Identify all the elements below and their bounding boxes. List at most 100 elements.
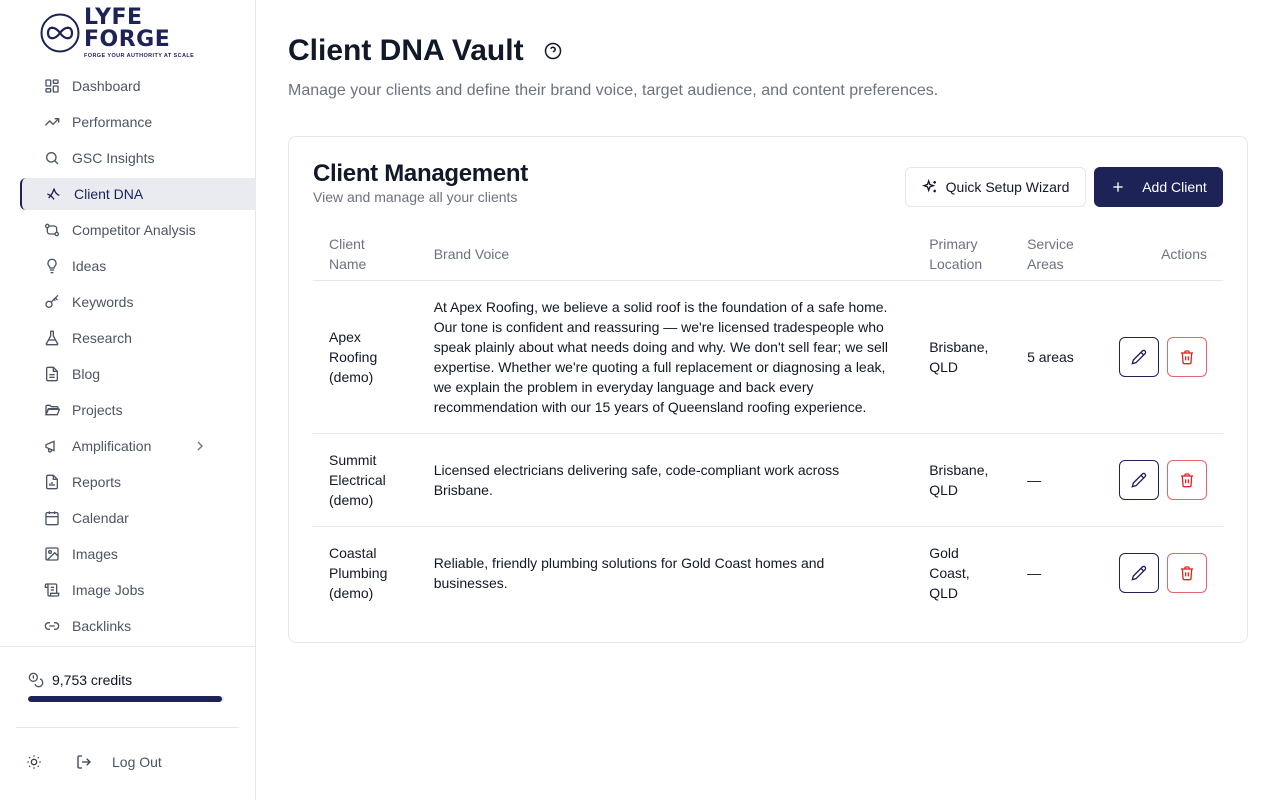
trash-icon	[1181, 349, 1193, 364]
sidebar-item-client-dna[interactable]: Client DNA	[20, 178, 256, 210]
edit-client-button[interactable]	[1119, 336, 1159, 377]
sidebar-item-label: Competitor Analysis	[72, 222, 196, 238]
table-row[interactable]: Coastal Plumbing (demo) Reliable, friend…	[313, 526, 1223, 619]
card-subtitle: View and manage all your clients	[313, 189, 518, 205]
lightbulb-icon	[44, 258, 60, 274]
client-name-cell: Summit Electrical (demo)	[313, 433, 418, 527]
service-areas-cell: —	[1027, 564, 1042, 581]
file-text-icon	[44, 366, 60, 382]
column-header-client-name[interactable]: Client Name	[313, 229, 418, 281]
page-title: Client DNA Vault	[288, 34, 562, 68]
sparkles-icon	[921, 179, 936, 193]
sidebar-divider	[16, 727, 239, 728]
table-row[interactable]: Apex Roofing (demo) At Apex Roofing, we …	[313, 280, 1223, 434]
sidebar-item-label: Client DNA	[74, 186, 144, 202]
service-areas-cell: —	[1011, 433, 1095, 527]
brand-logo[interactable]: LYFE FORGE FORGE YOUR AUTHORITY AT SCALE	[40, 7, 220, 59]
logout-icon	[77, 755, 91, 769]
sidebar-item-label: Blog	[72, 366, 101, 382]
brand-voice-cell: At Apex Roofing, we believe a solid roof…	[417, 280, 914, 434]
card-title: Client Management	[313, 160, 528, 187]
sidebar-nav: Dashboard Performance GSC Insights Clien…	[20, 70, 256, 646]
sidebar-item-blog[interactable]: Blog	[20, 358, 256, 390]
actions-cell	[1095, 526, 1223, 619]
sidebar-item-projects[interactable]: Projects	[20, 394, 256, 426]
sidebar-item-ideas[interactable]: Ideas	[20, 250, 256, 282]
credits-label: 9,753 credits	[52, 672, 133, 688]
delete-client-button[interactable]	[1167, 336, 1207, 377]
sidebar-item-research[interactable]: Research	[20, 322, 256, 354]
help-circle-icon[interactable]	[544, 42, 562, 60]
primary-location-cell: Brisbane, QLD	[913, 280, 1012, 434]
sidebar-item-gsc-insights[interactable]: GSC Insights	[20, 142, 256, 174]
add-client-button[interactable]: Add Client	[1094, 167, 1223, 207]
pencil-icon	[1131, 349, 1147, 365]
pencil-icon	[1131, 565, 1147, 581]
sidebar-item-label: Performance	[72, 114, 153, 130]
delete-client-button[interactable]	[1167, 459, 1207, 500]
sidebar-item-dashboard[interactable]: Dashboard	[20, 70, 256, 102]
column-header-brand-voice[interactable]: Brand Voice	[417, 229, 914, 281]
credits-panel: 9,753 credits	[28, 672, 224, 702]
sidebar-item-backlinks[interactable]: Backlinks	[20, 610, 256, 642]
primary-location-cell: Brisbane, QLD	[913, 433, 1012, 527]
sidebar-item-label: Backlinks	[72, 618, 132, 634]
sidebar-item-label: Projects	[72, 402, 123, 418]
logout-button[interactable]: Log Out	[76, 754, 162, 770]
column-header-primary-location[interactable]: Primary Location	[913, 229, 1012, 281]
sidebar-item-label: Keywords	[72, 294, 134, 310]
delete-client-button[interactable]	[1167, 552, 1207, 593]
brand-voice-cell: Licensed electricians delivering safe, c…	[417, 433, 914, 527]
edit-client-button[interactable]	[1119, 552, 1159, 593]
client-management-card: Client Management View and manage all yo…	[288, 136, 1248, 643]
sun-icon[interactable]	[26, 754, 42, 770]
sidebar-item-label: Amplification	[72, 438, 152, 454]
search-icon	[44, 150, 60, 166]
clients-table: Client Name Brand Voice Primary Location…	[313, 229, 1223, 619]
table-header-row: Client Name Brand Voice Primary Location…	[313, 229, 1223, 281]
sidebar-item-images[interactable]: Images	[20, 538, 256, 570]
sidebar-item-competitor-analysis[interactable]: Competitor Analysis	[20, 214, 256, 246]
key-icon	[44, 294, 60, 310]
client-name-cell: Apex Roofing (demo)	[313, 280, 418, 434]
table-row[interactable]: Summit Electrical (demo) Licensed electr…	[313, 433, 1223, 527]
sidebar-item-label: Calendar	[72, 510, 129, 526]
sidebar-item-keywords[interactable]: Keywords	[20, 286, 256, 318]
sidebar-item-performance[interactable]: Performance	[20, 106, 256, 138]
service-areas-cell: 5 areas	[1011, 280, 1095, 434]
sidebar-footer: Log Out	[26, 754, 162, 770]
quick-setup-wizard-button[interactable]: Quick Setup Wizard	[905, 167, 1086, 207]
page-subtitle: Manage your clients and define their bra…	[288, 82, 939, 99]
sidebar-item-label: Images	[72, 546, 118, 562]
brand-tagline: FORGE YOUR AUTHORITY AT SCALE	[84, 53, 195, 59]
add-client-label: Add Client	[1142, 179, 1207, 195]
sidebar-item-label: Reports	[72, 474, 122, 490]
scroll-icon	[44, 582, 60, 598]
folder-icon	[44, 402, 60, 418]
quick-setup-wizard-label: Quick Setup Wizard	[945, 179, 1070, 195]
actions-cell	[1094, 433, 1223, 527]
page-title-text: Client DNA Vault	[288, 34, 524, 67]
sidebar-item-reports[interactable]: Reports	[20, 466, 256, 498]
sidebar-item-image-jobs[interactable]: Image Jobs	[20, 574, 256, 606]
sidebar-divider	[0, 646, 256, 647]
main-content: Client DNA Vault Manage your clients and…	[256, 0, 1280, 800]
trending-up-icon	[44, 114, 60, 130]
edit-client-button[interactable]	[1119, 459, 1159, 500]
brand-voice-cell: Reliable, friendly plumbing solutions fo…	[433, 554, 825, 591]
flask-icon	[44, 330, 60, 346]
sidebar-item-amplification[interactable]: Amplification	[20, 430, 256, 462]
sidebar-item-label: Image Jobs	[72, 582, 145, 598]
megaphone-icon	[44, 438, 60, 454]
sidebar-item-calendar[interactable]: Calendar	[20, 502, 256, 534]
git-compare-icon	[44, 222, 60, 238]
actions-cell	[1094, 280, 1223, 434]
credits-progress-bar	[28, 696, 224, 702]
column-header-service-areas[interactable]: Service Areas	[1011, 229, 1095, 281]
sidebar-item-label: GSC Insights	[72, 150, 155, 166]
chevron-right-icon[interactable]	[192, 438, 208, 454]
image-icon	[44, 546, 60, 562]
plus-icon	[1113, 182, 1123, 192]
sidebar-item-label: Ideas	[72, 258, 107, 274]
column-header-actions: Actions	[1094, 229, 1223, 281]
